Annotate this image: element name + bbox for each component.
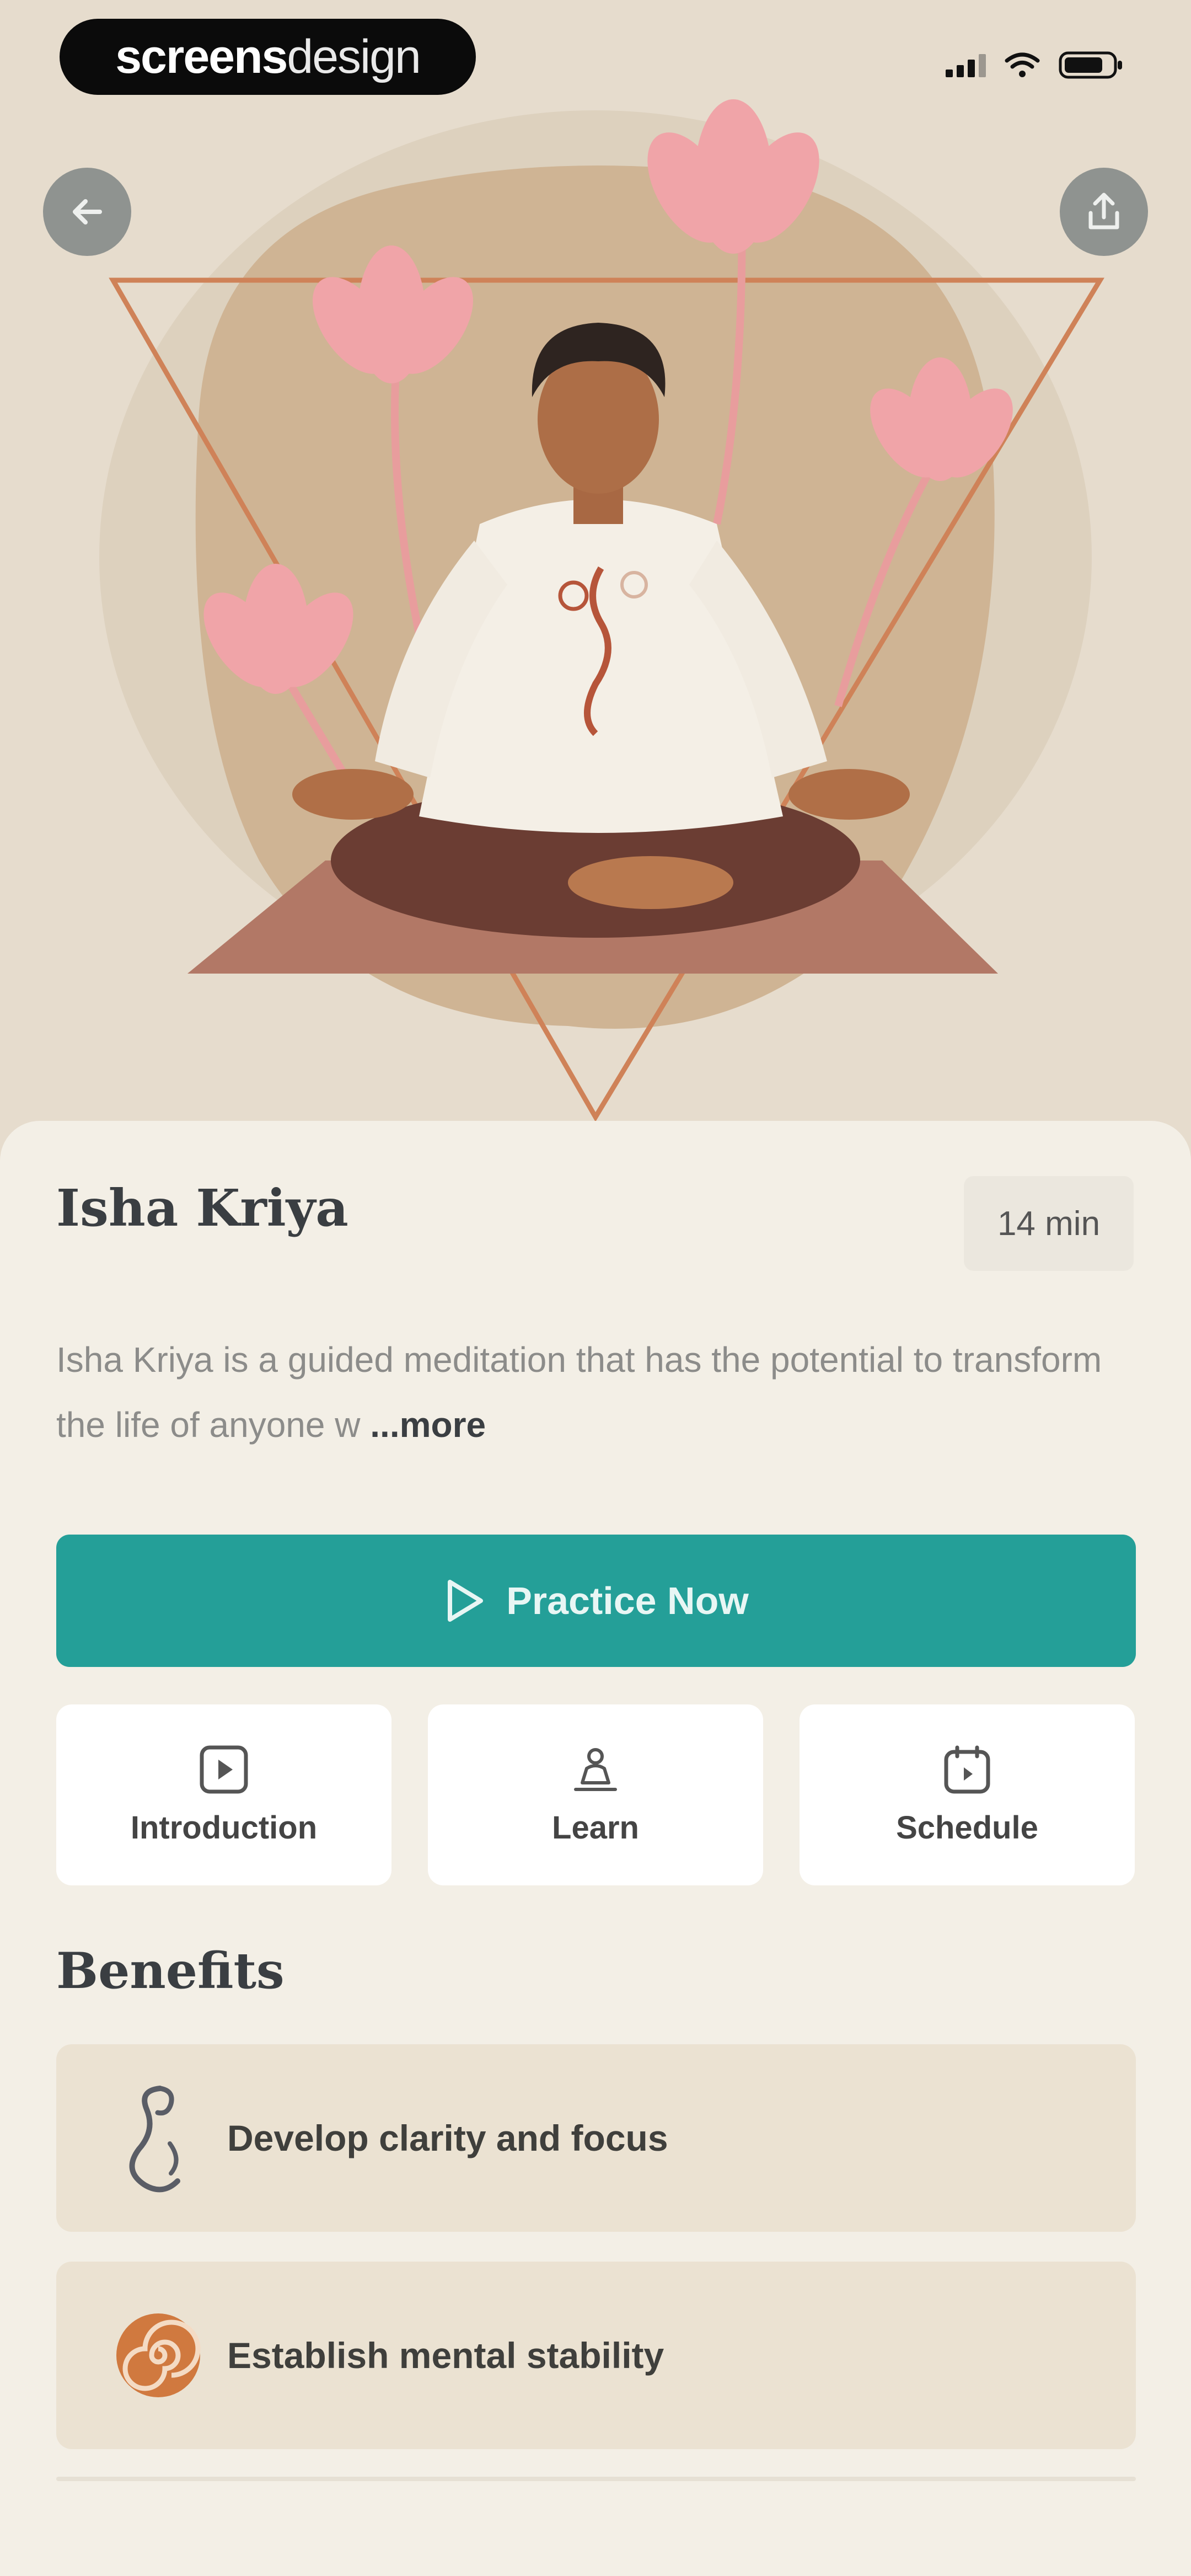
more-link[interactable]: ...more [370,1405,486,1445]
benefit-label: Develop clarity and focus [227,2118,668,2158]
play-icon [448,1580,484,1622]
introduction-label: Introduction [130,1809,318,1846]
wifi-icon [1005,52,1040,78]
brand-logo: screens design [60,19,476,95]
play-square-icon [200,1745,248,1793]
hero-illustration-area: screens design [0,0,1191,1153]
back-button[interactable] [43,168,131,256]
arrow-left-icon [73,199,102,225]
brand-logo-light: design [287,30,421,83]
duration-badge: 14 min [964,1176,1134,1271]
page-title: Isha Kriya [56,1178,348,1238]
divider [56,2477,1136,2481]
practice-now-label: Practice Now [506,1579,749,1622]
spiral-icon [100,2262,216,2449]
benefit-card: Establish mental stability [56,2262,1136,2449]
schedule-label: Schedule [896,1809,1038,1846]
introduction-tile[interactable]: Introduction [56,1704,391,1885]
benefits-heading: Benefits [56,1942,285,2000]
serpent-icon [100,2044,216,2232]
schedule-tile[interactable]: Schedule [800,1704,1135,1885]
benefit-label: Establish mental stability [227,2335,664,2376]
learn-tile[interactable]: Learn [428,1704,763,1885]
practice-now-button[interactable]: Practice Now [56,1535,1136,1667]
description-text: Isha Kriya is a guided meditation that h… [56,1340,1102,1445]
meditation-icon [574,1747,617,1791]
meditation-illustration [99,99,1104,1122]
learn-label: Learn [552,1809,639,1846]
status-bar [946,49,1125,82]
benefit-card: Develop clarity and focus [56,2044,1136,2232]
share-icon [1088,193,1119,229]
brand-logo-bold: screens [115,30,288,83]
share-button[interactable] [1060,168,1148,256]
battery-icon [1059,50,1125,81]
cellular-signal-icon [946,53,986,77]
description: Isha Kriya is a guided meditation that h… [56,1327,1137,1457]
calendar-icon [944,1745,990,1793]
